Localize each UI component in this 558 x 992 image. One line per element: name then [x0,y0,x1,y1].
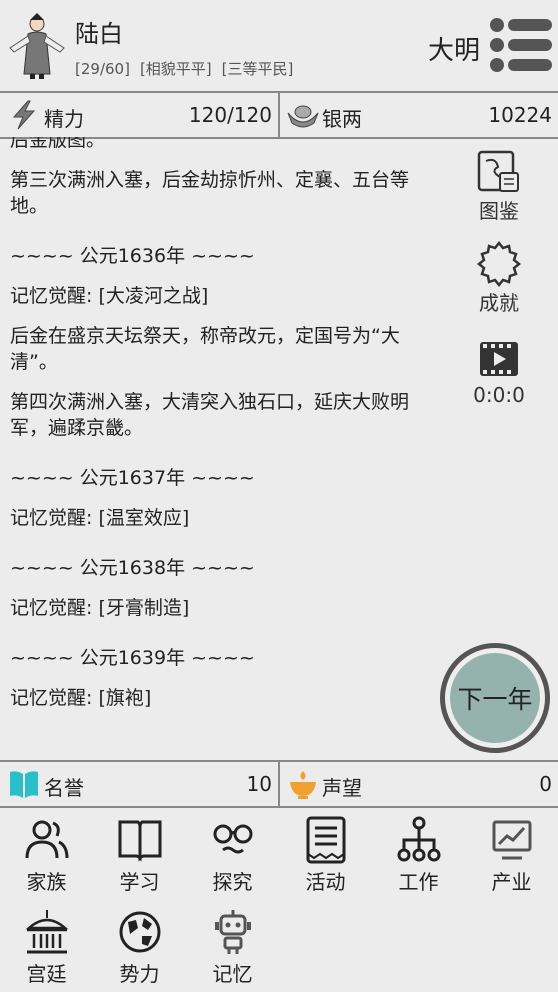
palace-icon [25,910,68,954]
nav-power-label: 势力 [119,962,160,986]
menu-icon[interactable] [488,16,554,74]
event-log[interactable]: 后金版图。 第三次满洲入塞，后金劫掠忻州、定襄、五台等地。 ~~~~ 公元1636… [0,137,440,759]
energy-icon [12,100,36,130]
nav-study[interactable]: 学习 [93,816,186,895]
open-book-icon [118,820,161,862]
profile-header: 陆白 [29/60] [相貌平平] [三等平民] 大明 [0,0,558,91]
fame-label: 名誉 [44,776,84,800]
log-year-header: ~~~~ 公元1637年 ~~~~ [10,467,255,489]
log-entry: 后金在盛京天坛祭天，称帝改元，定国号为“大清”。 [10,325,400,373]
nav-court[interactable]: 宫廷 [0,908,93,987]
nav-family-label: 家族 [26,870,67,894]
stat-divider [278,93,280,137]
timer-label: 0:0:0 [473,383,525,407]
nav-court-label: 宫廷 [26,962,67,986]
glasses-icon [213,824,252,854]
nav-work-label: 工作 [398,870,439,894]
next-year-button[interactable]: 下一年 [440,643,550,753]
nav-memory-label: 记忆 [212,962,253,986]
energy-value: 120/120 [188,103,272,127]
log-entry: 记忆觉醒: [旗袍] [10,687,152,709]
book-fame-icon [10,771,38,798]
nav-power[interactable]: 势力 [93,908,186,987]
age-tag: [29/60] [75,60,130,78]
family-icon [25,820,68,859]
nav-industry-label: 产业 [491,870,532,894]
side-menu: 图鉴 成就 0:0:0 [440,137,558,657]
atlas-label: 图鉴 [479,199,519,223]
stat-divider [278,762,280,806]
nav-study-label: 学习 [119,870,160,894]
silver-label: 银两 [322,107,362,131]
prestige-value: 0 [539,772,552,796]
silver-ingot-icon [287,105,319,128]
log-year-header: ~~~~ 公元1638年 ~~~~ [10,557,255,579]
class-tag: [三等平民] [221,60,294,78]
monitor-chart-icon [492,820,531,860]
dynasty-label: 大明 [428,36,481,66]
atlas-button[interactable]: 图鉴 [440,149,558,224]
energy-label: 精力 [44,107,84,131]
globe-icon [119,911,160,953]
incense-prestige-icon [290,771,316,799]
nav-activity-label: 活动 [305,870,346,894]
log-entry: 第四次满洲入塞，大清突入独石口，延庆大败明军，遍蹂京畿。 [10,391,410,439]
log-year-header: ~~~~ 公元1639年 ~~~~ [10,647,255,669]
video-icon [480,342,518,376]
bottom-stat-bar: 名誉 10 声望 0 [0,760,558,808]
robot-icon [214,910,251,954]
nav-industry[interactable]: 产业 [465,816,558,895]
nav-work[interactable]: 工作 [372,816,465,895]
nav-research-label: 探究 [212,870,253,894]
fame-value: 10 [246,772,272,796]
nav-family[interactable]: 家族 [0,816,93,895]
log-year-header: ~~~~ 公元1636年 ~~~~ [10,245,255,267]
nav-memory[interactable]: 记忆 [186,908,279,987]
scholar-avatar-icon[interactable] [6,10,68,80]
player-name: 陆白 [75,20,123,48]
achievement-button[interactable]: 成就 [440,241,558,316]
log-entry: 记忆觉醒: [温室效应] [10,507,190,529]
prestige-label: 声望 [322,776,362,800]
next-year-label: 下一年 [450,653,540,743]
appearance-tag: [相貌平平] [139,60,212,78]
log-entry: 第三次满洲入塞，后金劫掠忻州、定襄、五台等地。 [10,169,410,217]
bottom-nav: 家族 学习 探究 活动 工作 产业 宫廷 势力 记忆 [0,808,558,992]
log-entry: 记忆觉醒: [牙膏制造] [10,597,190,619]
silver-value: 10224 [488,103,552,127]
nav-research[interactable]: 探究 [186,816,279,895]
org-chart-icon [397,816,440,862]
timer-button[interactable]: 0:0:0 [440,341,558,407]
top-stat-bar: 精力 120/120 银两 10224 [0,91,558,139]
scroll-list-icon [306,816,345,864]
nav-activity[interactable]: 活动 [279,816,372,895]
player-tags: [29/60] [相貌平平] [三等平民] [75,58,303,79]
atlas-icon [477,150,519,192]
achievement-badge-icon [476,241,522,287]
achievement-label: 成就 [479,291,519,315]
log-entry: 记忆觉醒: [大凌河之战] [10,285,209,307]
log-partial-line: 后金版图。 [10,137,106,151]
